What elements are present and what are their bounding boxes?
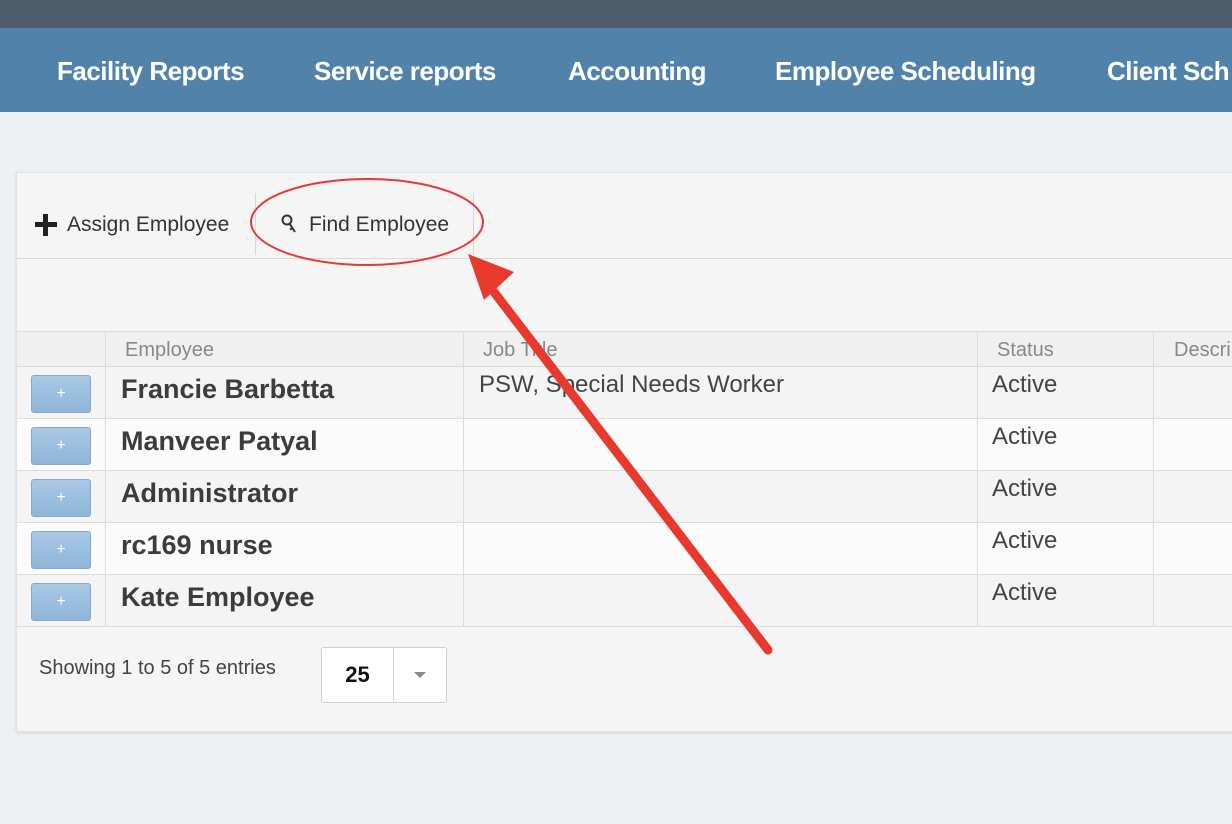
column-divider [1153,331,1154,627]
header-job-title[interactable]: Job Title [483,332,557,367]
employee-name: rc169 nurse [121,530,273,560]
expand-row-button[interactable]: + [31,427,91,465]
expand-row-button[interactable]: + [31,583,91,621]
header-description[interactable]: Descri [1174,332,1231,367]
table-footer: Showing 1 to 5 of 5 entries 25 [17,647,1232,733]
status-value: Active [992,475,1058,502]
table-row: + Francie Barbetta PSW, Special Needs Wo… [17,367,1232,419]
job-title: PSW, Special Needs Worker [479,371,785,398]
find-employee-button[interactable]: Find Employee [279,191,449,259]
expand-row-button[interactable]: + [31,479,91,517]
expand-row-button[interactable]: + [31,375,91,413]
page-size-value: 25 [322,648,394,702]
status-value: Active [992,423,1058,450]
header-status[interactable]: Status [997,332,1054,367]
toolbar: Assign Employee Find Employee [17,191,1232,259]
employee-name: Francie Barbetta [121,374,335,404]
toolbar-divider [255,193,256,255]
table-row: + Kate Employee Active [17,575,1232,627]
nav-service-reports[interactable]: Service reports [314,28,496,112]
key-icon [281,214,296,233]
table-row: + Administrator Active [17,471,1232,523]
employee-name: Administrator [121,478,299,508]
nav-accounting[interactable]: Accounting [568,28,707,112]
employee-panel: Assign Employee Find Employee Employee J… [16,172,1232,732]
table-header: Employee Job Title Status Descri [17,331,1232,367]
column-divider [105,331,106,627]
status-value: Active [992,527,1058,554]
column-divider [463,331,464,627]
top-bar [0,0,1232,28]
column-divider [977,331,978,627]
table-row: + rc169 nurse Active [17,523,1232,575]
nav-facility-reports[interactable]: Facility Reports [57,28,245,112]
expand-row-button[interactable]: + [31,531,91,569]
plus-icon [35,214,57,236]
table-row: + Manveer Patyal Active [17,419,1232,471]
page-size-select[interactable]: 25 [321,647,447,703]
employee-name: Kate Employee [121,582,315,612]
status-value: Active [992,371,1058,398]
employee-name: Manveer Patyal [121,426,318,456]
chevron-down-icon [414,672,426,678]
find-employee-label: Find Employee [309,213,450,236]
assign-employee-button[interactable]: Assign Employee [35,191,229,259]
header-employee[interactable]: Employee [125,332,214,367]
main-nav: Facility Reports Service reports Account… [0,28,1232,112]
toolbar-divider [473,193,474,255]
nav-client-scheduling[interactable]: Client Sch [1107,28,1230,112]
assign-employee-label: Assign Employee [67,213,230,236]
entries-info: Showing 1 to 5 of 5 entries [39,657,276,679]
nav-employee-scheduling[interactable]: Employee Scheduling [775,28,1036,112]
status-value: Active [992,579,1058,606]
